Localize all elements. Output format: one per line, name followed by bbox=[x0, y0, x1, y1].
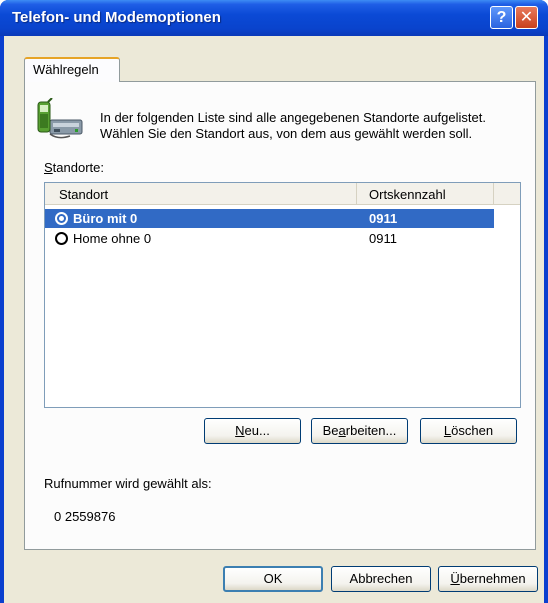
close-icon: ✕ bbox=[519, 9, 534, 26]
list-header: Standort Ortskennzahl bbox=[45, 183, 520, 205]
delete-location-button[interactable]: Löschen bbox=[420, 418, 517, 444]
locations-label-rest: tandorte: bbox=[52, 160, 104, 175]
location-area-code: 0911 bbox=[369, 211, 398, 226]
phone-modem-icon bbox=[37, 98, 83, 139]
locations-label-mnemonic: S bbox=[44, 160, 53, 175]
close-button[interactable]: ✕ bbox=[515, 6, 538, 29]
column-header-ortskennzahl[interactable]: Ortskennzahl bbox=[357, 183, 494, 205]
new-location-button[interactable]: Neu... bbox=[204, 418, 301, 444]
apply-rest: bernehmen bbox=[459, 571, 526, 586]
edit-location-button[interactable]: Bearbeiten... bbox=[311, 418, 408, 444]
ok-button[interactable]: OK bbox=[223, 566, 323, 592]
locations-label: Standorte: bbox=[44, 160, 104, 175]
location-name: Büro mit 0 bbox=[73, 211, 138, 226]
location-name: Home ohne 0 bbox=[73, 231, 152, 246]
edit-pre: Be bbox=[322, 423, 339, 438]
info-line-2: Wählen Sie den Standort aus, von dem aus… bbox=[100, 126, 473, 141]
column-header-standort[interactable]: Standort bbox=[45, 183, 357, 205]
apply-button[interactable]: Übernehmen bbox=[438, 566, 538, 592]
tab-label: Wählregeln bbox=[33, 62, 99, 77]
cancel-button[interactable]: Abbrechen bbox=[331, 566, 431, 592]
dial-as-number: 0 2559876 bbox=[54, 509, 116, 524]
location-area-code: 0911 bbox=[369, 231, 397, 246]
unselected-radio-icon bbox=[55, 232, 68, 245]
locations-list[interactable]: Standort Ortskennzahl Büro mit 0 0911 Ho… bbox=[44, 182, 521, 408]
help-button[interactable]: ? bbox=[490, 6, 513, 29]
delete-rest: öschen bbox=[451, 423, 494, 438]
location-row[interactable]: Büro mit 0 0911 bbox=[45, 209, 494, 228]
info-line-1: In der folgenden Liste sind alle angegeb… bbox=[100, 110, 486, 125]
info-text: In der folgenden Liste sind alle angegeb… bbox=[100, 110, 530, 142]
help-icon: ? bbox=[496, 9, 507, 26]
new-mnemonic: N bbox=[235, 423, 245, 438]
title-bar[interactable]: Telefon- und Modemoptionen ? ✕ bbox=[0, 0, 548, 36]
edit-rest: rbeiten... bbox=[345, 423, 397, 438]
dial-as-label: Rufnummer wird gewählt als: bbox=[44, 476, 212, 491]
window-title: Telefon- und Modemoptionen bbox=[12, 9, 221, 26]
apply-mnemonic: Ü bbox=[450, 571, 460, 586]
new-rest: eu... bbox=[244, 423, 270, 438]
tab-waehlregeln[interactable]: Wählregeln bbox=[24, 57, 120, 82]
edit-mnemonic: a bbox=[338, 423, 346, 438]
selected-radio-icon bbox=[55, 212, 68, 225]
location-row[interactable]: Home ohne 0 0911 bbox=[45, 229, 494, 248]
